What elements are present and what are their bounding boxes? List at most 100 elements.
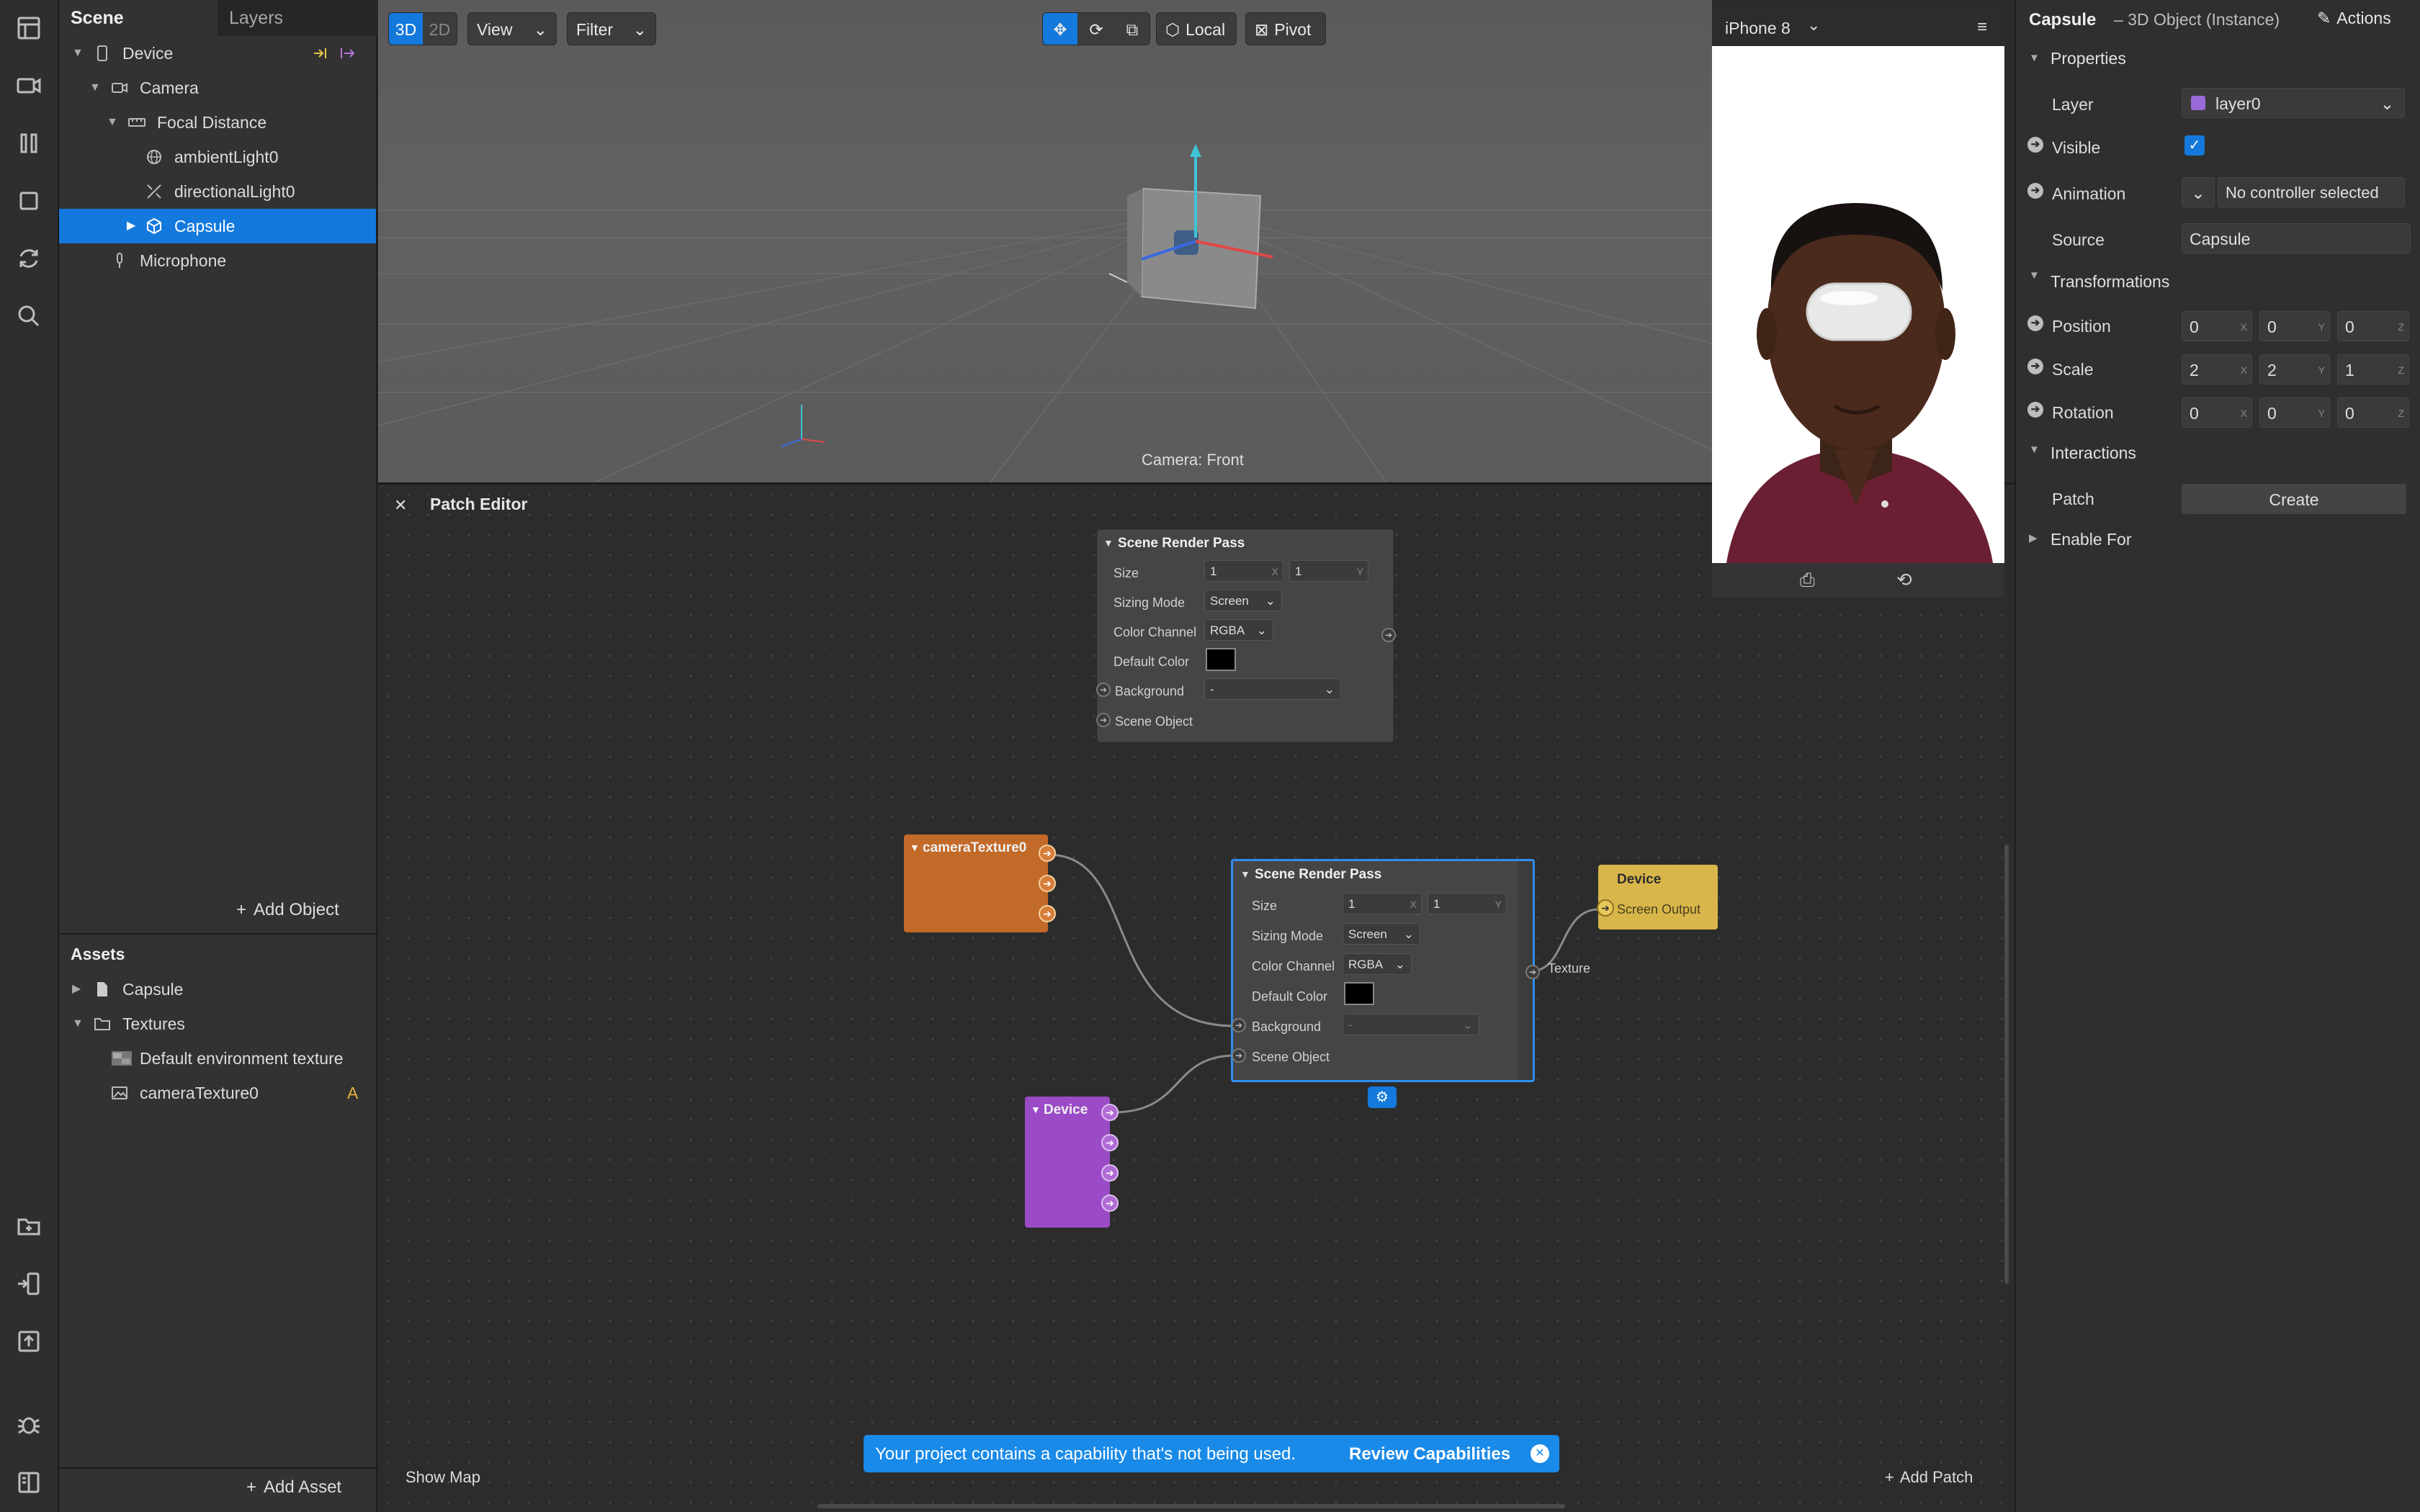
scene-object-input-port[interactable]: ➔ <box>1096 713 1111 727</box>
add-asset-button[interactable]: + Add Asset <box>246 1477 341 1498</box>
collapse-triangle-icon[interactable]: ▼ <box>1240 868 1250 880</box>
mode-3d-button[interactable]: 3D <box>389 13 423 45</box>
device-name[interactable]: iPhone 8 <box>1725 19 1791 38</box>
background-select[interactable]: - ⌄ <box>1204 678 1341 700</box>
background-input-port[interactable]: ➔ <box>1232 1018 1246 1032</box>
tree-item-device[interactable]: ▼ Device <box>59 36 376 71</box>
color-swatch[interactable] <box>1344 982 1374 1005</box>
refresh-icon[interactable] <box>12 242 45 275</box>
upload-icon[interactable] <box>12 1325 45 1358</box>
collapse-triangle-icon[interactable]: ▼ <box>1103 537 1113 549</box>
background-input-port[interactable]: ➔ <box>1096 683 1111 697</box>
connect-arrow-icon[interactable]: ➔ <box>2027 402 2043 418</box>
enable-for-section-header[interactable]: ▶ Enable For <box>2016 523 2420 563</box>
patch-editor[interactable]: ✕ Patch Editor ▼ Scene Render Pass Size … <box>378 482 2015 1512</box>
camera-output-port-1[interactable]: ➔ <box>1039 845 1056 862</box>
scale-tool-icon[interactable]: ⧉ <box>1115 13 1150 46</box>
video-icon[interactable] <box>12 69 45 102</box>
vertical-scrollbar[interactable] <box>2004 845 2009 1284</box>
asset-item-textures[interactable]: ▼ Textures <box>59 1007 376 1041</box>
add-object-button[interactable]: + Add Object <box>236 900 339 920</box>
scene-object-input-port[interactable]: ➔ <box>1232 1048 1246 1063</box>
horizontal-scrollbar[interactable] <box>817 1504 1565 1508</box>
size-x-field[interactable]: 1X <box>1204 560 1283 582</box>
connect-arrow-icon[interactable]: ➔ <box>2027 137 2043 153</box>
size-y-field[interactable]: 1Y <box>1428 893 1507 914</box>
pivot-toggle[interactable]: ⊠ Pivot <box>1245 12 1326 45</box>
rotate-device-icon[interactable]: ⟲ <box>1896 569 1912 591</box>
sizing-mode-select[interactable]: Screen ⌄ <box>1343 923 1420 945</box>
tab-layers[interactable]: Layers <box>218 0 377 36</box>
camera-output-port-3[interactable]: ➔ <box>1039 905 1056 922</box>
rotation-y-field[interactable]: 0Y <box>2259 397 2330 428</box>
send-to-device-icon[interactable] <box>12 1267 45 1300</box>
size-y-field[interactable]: 1Y <box>1289 560 1368 582</box>
insert-icon[interactable] <box>313 45 330 62</box>
device-output-port-2[interactable]: ➔ <box>1101 1134 1119 1151</box>
transformations-section-header[interactable]: ▼ Transformations <box>2016 262 2420 302</box>
search-icon[interactable] <box>12 300 45 333</box>
screenshot-icon[interactable]: ⎙ <box>1800 569 1815 592</box>
rotation-x-field[interactable]: 0X <box>2182 397 2252 428</box>
color-swatch[interactable] <box>1206 648 1236 671</box>
screen-output-port[interactable]: ➔ <box>1597 899 1614 917</box>
asset-item-camera-texture[interactable]: cameraTexture0 A <box>59 1076 376 1110</box>
collapse-triangle-icon[interactable]: ▼ <box>1031 1104 1041 1115</box>
scale-x-field[interactable]: 2X <box>2182 354 2252 384</box>
folder-add-icon[interactable] <box>12 1210 45 1243</box>
tree-item-microphone[interactable]: Microphone <box>59 243 376 278</box>
texture-output-port[interactable]: ➔ <box>1525 965 1540 979</box>
connect-arrow-icon[interactable]: ➔ <box>2027 183 2043 199</box>
add-patch-button[interactable]: + Add Patch <box>1885 1468 1973 1487</box>
device-node[interactable]: ▼ Device <box>1025 1097 1110 1228</box>
scale-z-field[interactable]: 1Z <box>2337 354 2409 384</box>
tree-item-capsule[interactable]: ▶ Capsule <box>59 209 376 243</box>
asset-item-default-env-texture[interactable]: Default environment texture <box>59 1041 376 1076</box>
menu-icon[interactable]: ≡ <box>1977 17 1987 37</box>
mode-2d-button[interactable]: 2D <box>423 13 457 45</box>
view-dropdown[interactable]: View ⌄ <box>467 12 557 45</box>
properties-section-header[interactable]: ▼ Properties <box>2016 45 2420 85</box>
bug-icon[interactable] <box>12 1408 45 1441</box>
camera-texture-node[interactable]: ▼ cameraTexture0 <box>904 834 1048 932</box>
position-z-field[interactable]: 0Z <box>2337 311 2409 341</box>
device-output-port-4[interactable]: ➔ <box>1101 1194 1119 1212</box>
asset-item-capsule[interactable]: ▶ Capsule <box>59 972 376 1007</box>
layer-select[interactable]: layer0 ⌄ <box>2182 88 2405 118</box>
pause-icon[interactable] <box>12 127 45 160</box>
position-y-field[interactable]: 0Y <box>2259 311 2330 341</box>
source-field[interactable]: Capsule <box>2182 223 2411 253</box>
connect-arrow-icon[interactable]: ➔ <box>2027 315 2043 331</box>
stop-icon[interactable] <box>12 184 45 217</box>
tree-item-ambient-light[interactable]: ambientLight0 <box>59 140 376 174</box>
actions-button[interactable]: ✎ Actions <box>2317 9 2391 28</box>
background-select[interactable]: - ⌄ <box>1343 1014 1479 1035</box>
move-tool-icon[interactable]: ✥ <box>1043 13 1077 45</box>
chevron-down-icon[interactable]: ⌄ <box>1807 16 1820 35</box>
tree-item-camera[interactable]: ▼ Camera <box>59 71 376 105</box>
node-settings-icon[interactable]: ⚙ <box>1368 1086 1397 1108</box>
filter-dropdown[interactable]: Filter ⌄ <box>567 12 656 45</box>
collapse-triangle-icon[interactable]: ▼ <box>910 842 920 853</box>
color-channel-select[interactable]: RGBA ⌄ <box>1204 619 1273 641</box>
tab-scene[interactable]: Scene <box>59 0 218 36</box>
device-output-port-1[interactable]: ➔ <box>1101 1104 1119 1121</box>
link-icon[interactable] <box>339 45 356 62</box>
visible-checkbox[interactable]: ✓ <box>2184 135 2205 156</box>
color-channel-select[interactable]: RGBA ⌄ <box>1343 953 1412 975</box>
texture-output-port[interactable]: ➔ <box>1381 628 1396 642</box>
scale-y-field[interactable]: 2Y <box>2259 354 2330 384</box>
local-toggle[interactable]: ⬡ Local <box>1156 12 1237 45</box>
animation-controller-field[interactable]: No controller selected <box>2218 177 2405 207</box>
device-output-port-3[interactable]: ➔ <box>1101 1164 1119 1182</box>
scene-render-pass-node[interactable]: ▼ Scene Render Pass Size 1X 1Y Sizing Mo… <box>1096 529 1396 742</box>
connect-arrow-icon[interactable]: ➔ <box>2027 359 2043 374</box>
interactions-section-header[interactable]: ▼ Interactions <box>2016 433 2420 474</box>
layout-icon[interactable] <box>12 12 45 45</box>
scene-render-pass-node-selected[interactable]: ▼ Scene Render Pass Size 1X 1Y Sizing Mo… <box>1231 859 1540 1082</box>
device-output-node[interactable]: Device ➔ Screen Output <box>1597 865 1718 930</box>
tree-item-directional-light[interactable]: directionalLight0 <box>59 174 376 209</box>
review-capabilities-link[interactable]: Review Capabilities <box>1349 1444 1510 1464</box>
position-x-field[interactable]: 0X <box>2182 311 2252 341</box>
camera-output-port-2[interactable]: ➔ <box>1039 875 1056 892</box>
